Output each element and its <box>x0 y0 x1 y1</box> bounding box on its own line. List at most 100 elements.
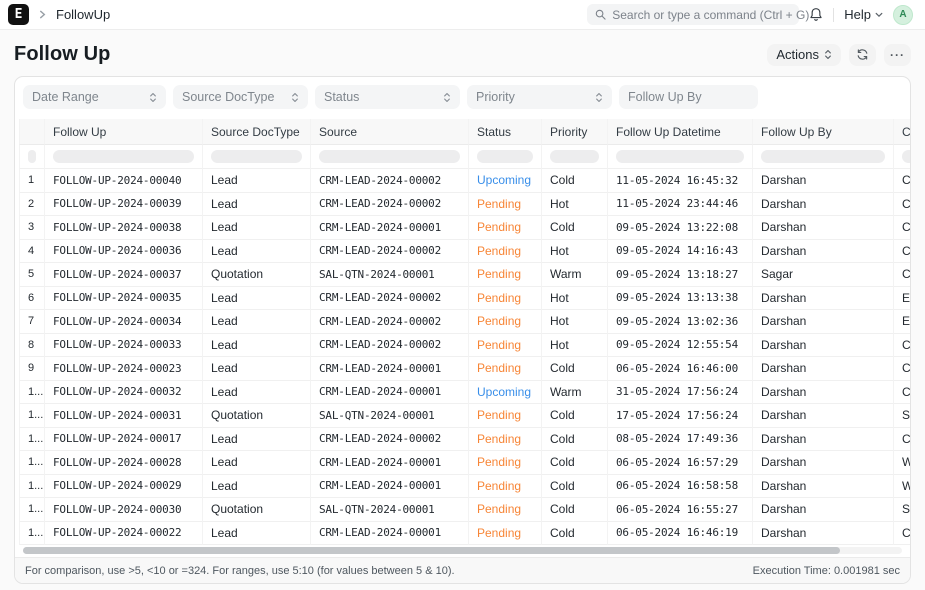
erpnext-logo[interactable]: E <box>8 4 29 25</box>
search-icon <box>595 9 606 20</box>
table-row[interactable]: 1...FOLLOW-UP-2024-00032LeadCRM-LEAD-202… <box>19 381 910 405</box>
table-row[interactable]: 5FOLLOW-UP-2024-00037QuotationSAL-QTN-20… <box>19 263 910 287</box>
filter-follow-up-by[interactable]: Follow Up By <box>619 85 758 109</box>
column-header-status[interactable]: Status <box>469 119 542 145</box>
help-menu[interactable]: Help <box>844 7 883 22</box>
cell-by: Darshan <box>753 287 894 311</box>
column-header-priority[interactable]: Priority <box>542 119 608 145</box>
more-menu-button[interactable]: ··· <box>884 44 911 66</box>
column-filter-input-source[interactable] <box>319 150 460 163</box>
column-filter-cell <box>311 145 469 169</box>
cell-source_doctype: Quotation <box>203 498 311 522</box>
column-header-num[interactable] <box>19 119 45 145</box>
cell-datetime: 09-05-2024 13:13:38 <box>608 287 753 311</box>
table-row[interactable]: 9FOLLOW-UP-2024-00023LeadCRM-LEAD-2024-0… <box>19 357 910 381</box>
column-header-by[interactable]: Follow Up By <box>753 119 894 145</box>
table-row[interactable]: 2FOLLOW-UP-2024-00039LeadCRM-LEAD-2024-0… <box>19 193 910 217</box>
cell-status: Pending <box>469 287 542 311</box>
cell-num: 1... <box>19 404 45 428</box>
cell-datetime: 31-05-2024 17:56:24 <box>608 381 753 405</box>
cell-datetime: 11-05-2024 16:45:32 <box>608 169 753 193</box>
table-row[interactable]: 1...FOLLOW-UP-2024-00031QuotationSAL-QTN… <box>19 404 910 428</box>
cell-source_doctype: Lead <box>203 169 311 193</box>
cell-num: 9 <box>19 357 45 381</box>
cell-source: CRM-LEAD-2024-00002 <box>311 169 469 193</box>
column-header-extra[interactable]: C <box>894 119 910 145</box>
cell-by: Darshan <box>753 381 894 405</box>
horizontal-scrollbar-thumb[interactable] <box>23 547 840 554</box>
column-filter-input-follow_up[interactable] <box>53 150 194 163</box>
column-filter-input-datetime[interactable] <box>616 150 744 163</box>
column-filter-input-status[interactable] <box>477 150 533 163</box>
global-search-input[interactable]: Search or type a command (Ctrl + G) <box>587 4 799 25</box>
column-filter-cell <box>19 145 45 169</box>
cell-priority: Cold <box>542 475 608 499</box>
cell-num: 4 <box>19 240 45 264</box>
column-filter-input-source_doctype[interactable] <box>211 150 302 163</box>
table-row[interactable]: 1...FOLLOW-UP-2024-00022LeadCRM-LEAD-202… <box>19 522 910 546</box>
cell-extra: C <box>894 240 910 264</box>
cell-follow_up: FOLLOW-UP-2024-00030 <box>45 498 203 522</box>
navbar-divider <box>833 8 834 22</box>
table-row[interactable]: 1FOLLOW-UP-2024-00040LeadCRM-LEAD-2024-0… <box>19 169 910 193</box>
refresh-button[interactable] <box>849 44 876 66</box>
cell-source_doctype: Lead <box>203 428 311 452</box>
filter-date-range[interactable]: Date Range <box>23 85 166 109</box>
column-header-label: Follow Up <box>53 125 106 139</box>
table-row[interactable]: 1...FOLLOW-UP-2024-00028LeadCRM-LEAD-202… <box>19 451 910 475</box>
column-header-source_doctype[interactable]: Source DocType <box>203 119 311 145</box>
column-filter-input-priority[interactable] <box>550 150 599 163</box>
cell-status: Pending <box>469 310 542 334</box>
select-chevrons-icon <box>443 92 451 103</box>
notifications-bell-icon[interactable] <box>809 7 823 22</box>
table-row[interactable]: 4FOLLOW-UP-2024-00036LeadCRM-LEAD-2024-0… <box>19 240 910 264</box>
column-header-datetime[interactable]: Follow Up Datetime <box>608 119 753 145</box>
column-filter-input-extra[interactable] <box>902 150 910 163</box>
cell-num: 5 <box>19 263 45 287</box>
cell-source: CRM-LEAD-2024-00001 <box>311 381 469 405</box>
cell-source: SAL-QTN-2024-00001 <box>311 404 469 428</box>
column-filter-input-num[interactable] <box>28 150 36 163</box>
cell-follow_up: FOLLOW-UP-2024-00038 <box>45 216 203 240</box>
cell-num: 1... <box>19 381 45 405</box>
cell-datetime: 17-05-2024 17:56:24 <box>608 404 753 428</box>
cell-by: Darshan <box>753 404 894 428</box>
cell-by: Sagar <box>753 263 894 287</box>
cell-by: Darshan <box>753 498 894 522</box>
table-row[interactable]: 3FOLLOW-UP-2024-00038LeadCRM-LEAD-2024-0… <box>19 216 910 240</box>
cell-source: CRM-LEAD-2024-00002 <box>311 287 469 311</box>
cell-by: Darshan <box>753 522 894 546</box>
actions-button[interactable]: Actions <box>767 44 841 66</box>
cell-source: CRM-LEAD-2024-00002 <box>311 240 469 264</box>
table-row[interactable]: 1...FOLLOW-UP-2024-00017LeadCRM-LEAD-202… <box>19 428 910 452</box>
cell-datetime: 06-05-2024 16:58:58 <box>608 475 753 499</box>
filter-status[interactable]: Status <box>315 85 460 109</box>
cell-source: SAL-QTN-2024-00001 <box>311 263 469 287</box>
cell-source: CRM-LEAD-2024-00002 <box>311 334 469 358</box>
cell-follow_up: FOLLOW-UP-2024-00029 <box>45 475 203 499</box>
table-row[interactable]: 1...FOLLOW-UP-2024-00030QuotationSAL-QTN… <box>19 498 910 522</box>
cell-num: 1... <box>19 451 45 475</box>
cell-status: Pending <box>469 357 542 381</box>
column-header-source[interactable]: Source <box>311 119 469 145</box>
horizontal-scrollbar[interactable] <box>23 547 902 554</box>
filter-priority[interactable]: Priority <box>467 85 612 109</box>
breadcrumb[interactable]: FollowUp <box>56 7 110 22</box>
table-row[interactable]: 7FOLLOW-UP-2024-00034LeadCRM-LEAD-2024-0… <box>19 310 910 334</box>
table-row[interactable]: 1...FOLLOW-UP-2024-00029LeadCRM-LEAD-202… <box>19 475 910 499</box>
table-row[interactable]: 6FOLLOW-UP-2024-00035LeadCRM-LEAD-2024-0… <box>19 287 910 311</box>
breadcrumb-chevron-icon <box>38 10 47 19</box>
column-filter-input-by[interactable] <box>761 150 885 163</box>
avatar[interactable]: A <box>893 5 913 25</box>
filter-label: Source DocType <box>182 90 274 104</box>
cell-source_doctype: Quotation <box>203 404 311 428</box>
cell-priority: Cold <box>542 428 608 452</box>
cell-extra: C <box>894 428 910 452</box>
column-header-follow_up[interactable]: Follow Up <box>45 119 203 145</box>
table-row[interactable]: 8FOLLOW-UP-2024-00033LeadCRM-LEAD-2024-0… <box>19 334 910 358</box>
table-header-row: Follow Up Source DocTypeSourceStatusPrior… <box>19 119 910 145</box>
chevron-down-icon <box>875 12 883 18</box>
cell-source_doctype: Lead <box>203 381 311 405</box>
filter-source-doctype[interactable]: Source DocType <box>173 85 308 109</box>
cell-datetime: 09-05-2024 13:18:27 <box>608 263 753 287</box>
